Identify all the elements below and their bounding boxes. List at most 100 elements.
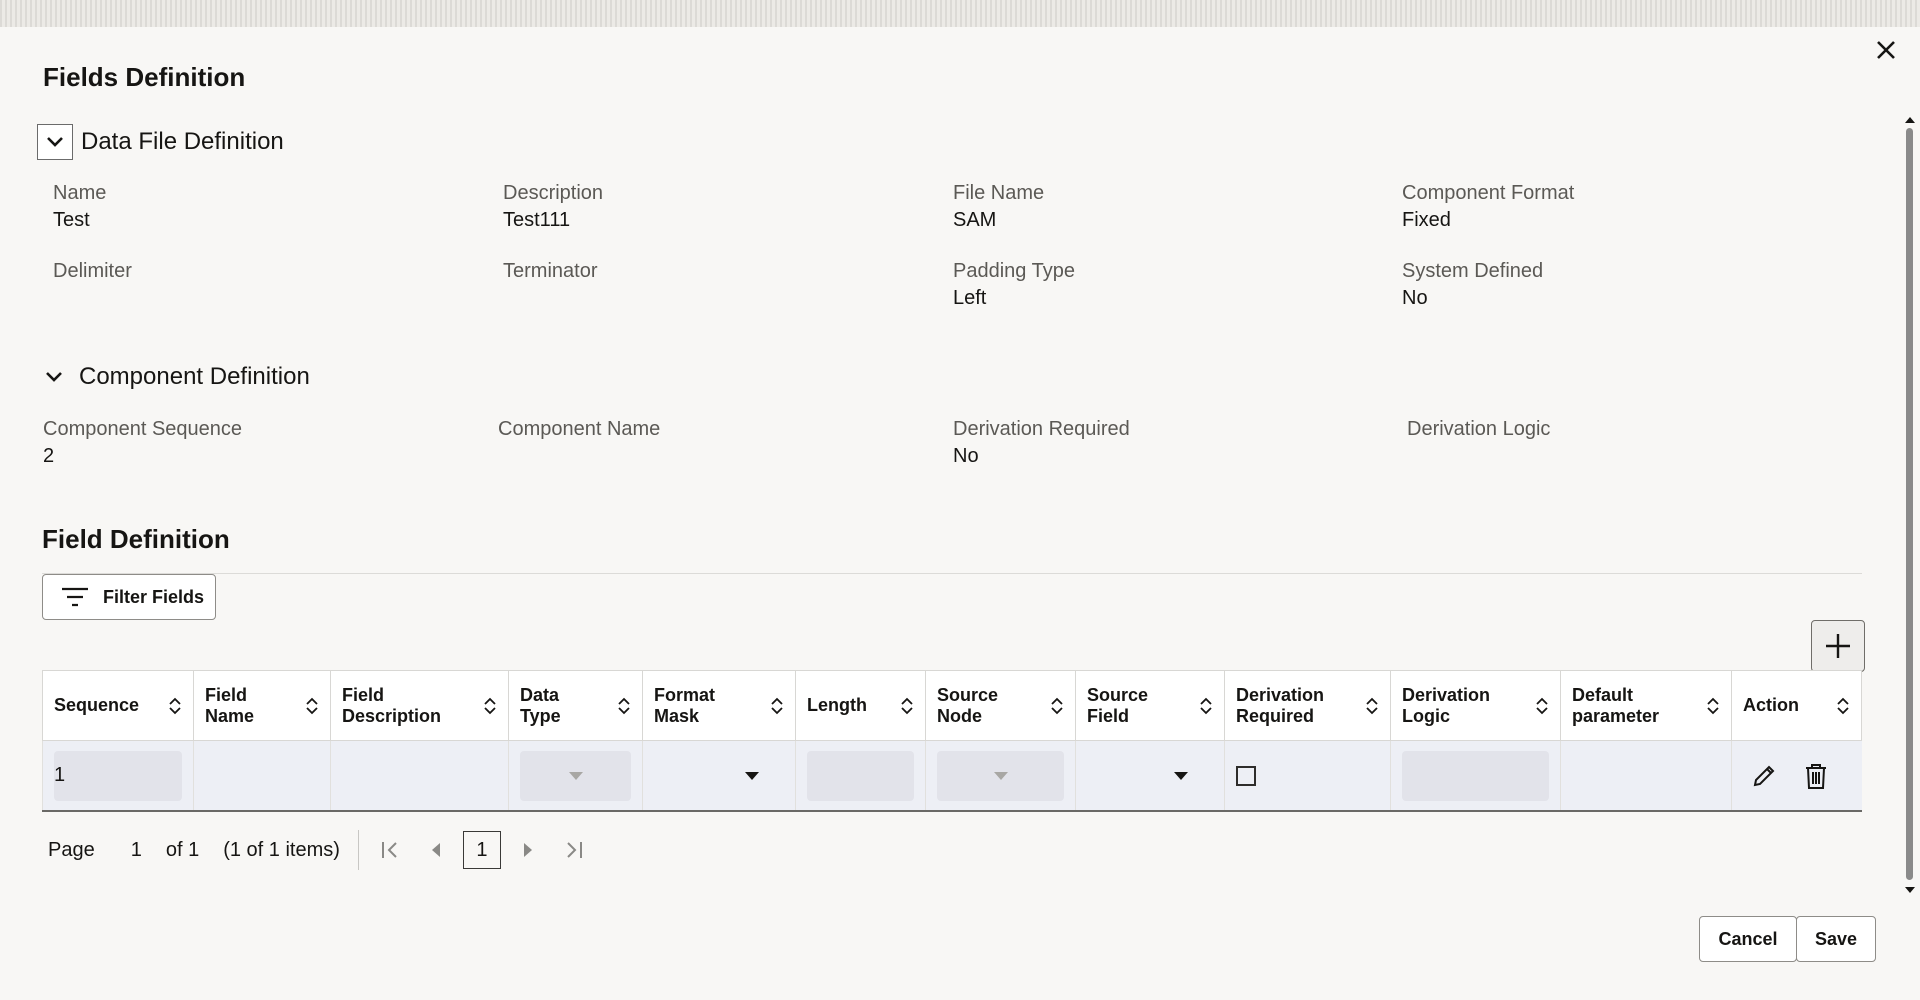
divider <box>42 573 1862 574</box>
scroll-up-icon[interactable] <box>1904 116 1916 124</box>
derivation-required-checkbox[interactable] <box>1236 765 1256 786</box>
sort-icon[interactable] <box>305 696 319 716</box>
last-page-button[interactable] <box>555 831 593 869</box>
length-input[interactable] <box>807 750 914 801</box>
chevron-down-icon[interactable] <box>37 360 71 394</box>
field-label: Component Format <box>1402 182 1575 204</box>
field-label: Description <box>503 182 604 204</box>
column-header-field-name[interactable]: Field Name <box>193 670 331 741</box>
field-definition-table: Sequence Field Name Field Description Data… <box>42 670 1862 812</box>
field-value: Test111 <box>503 209 571 231</box>
column-title: Field Description <box>342 685 441 727</box>
field-padding-type: Padding Type Left <box>953 260 1075 310</box>
column-title: Source Node <box>937 685 998 727</box>
background-strip <box>0 0 1920 27</box>
filter-fields-button[interactable]: Filter Fields <box>42 574 216 620</box>
column-header-source-field[interactable]: Source Field <box>1075 670 1225 741</box>
column-title-line1: Default <box>1572 684 1634 705</box>
column-title-line2: Name <box>205 705 255 726</box>
format-mask-select[interactable] <box>642 740 796 812</box>
chevron-down-icon[interactable] <box>37 124 73 160</box>
items-label: (1 of 1 items) <box>223 838 340 861</box>
caret-down-icon <box>993 771 1008 780</box>
column-header-source-node[interactable]: Source Node <box>925 670 1076 741</box>
edit-icon[interactable] <box>1751 763 1777 789</box>
column-header-field-description[interactable]: Field Description <box>330 670 509 741</box>
column-title-line2: Type <box>520 705 561 726</box>
column-title-line2: Description <box>342 705 442 726</box>
column-title: Field Name <box>205 685 254 727</box>
column-header-length[interactable]: Length <box>795 670 926 741</box>
sort-icon[interactable] <box>1836 696 1850 716</box>
next-page-button[interactable] <box>509 831 547 869</box>
scrollbar-thumb[interactable] <box>1906 128 1913 880</box>
column-header-action[interactable]: Action <box>1731 670 1862 741</box>
current-page-button[interactable]: 1 <box>462 831 501 869</box>
field-component-format: Component Format Fixed <box>1402 182 1574 232</box>
close-icon <box>1877 41 1895 59</box>
column-title-line2: Node <box>937 705 982 726</box>
column-title-line2: Required <box>1236 705 1315 726</box>
sort-icon[interactable] <box>617 696 631 716</box>
source-node-select[interactable] <box>937 750 1064 801</box>
column-header-data-type[interactable]: Data Type <box>508 670 643 741</box>
column-title-line2: Field <box>1087 705 1130 726</box>
column-title: Data Type <box>520 685 561 727</box>
table-header-row: Sequence Field Name Field Description Data… <box>42 670 1862 741</box>
sort-icon[interactable] <box>900 696 914 716</box>
data-type-select[interactable] <box>520 750 631 801</box>
component-section-header[interactable]: Component Definition <box>37 360 310 394</box>
field-value: Left <box>953 287 987 309</box>
sort-icon[interactable] <box>1365 696 1379 716</box>
sort-icon[interactable] <box>1706 696 1720 716</box>
field-label: Component Name <box>498 418 661 440</box>
field-label: Component Sequence <box>43 418 243 440</box>
field-label: Derivation Required <box>953 418 1130 440</box>
field-value: No <box>953 445 979 467</box>
scroll-down-icon[interactable] <box>1904 886 1916 894</box>
column-header-format-mask[interactable]: Format Mask <box>642 670 796 741</box>
field-value: Fixed <box>1402 209 1451 231</box>
sort-icon[interactable] <box>1535 696 1549 716</box>
column-title: Source Field <box>1087 685 1148 727</box>
sort-icon[interactable] <box>1199 696 1213 716</box>
column-header-derivation-logic[interactable]: Derivation Logic <box>1390 670 1561 741</box>
field-label: Padding Type <box>953 260 1075 282</box>
first-page-button[interactable] <box>371 831 409 869</box>
column-title: Derivation Logic <box>1402 685 1490 727</box>
field-label: Derivation Logic <box>1407 418 1551 440</box>
column-header-default-parameter[interactable]: Default parameter <box>1560 670 1732 741</box>
first-page-icon <box>381 842 397 858</box>
field-file-name: File Name SAM <box>953 182 1044 232</box>
field-delimiter: Delimiter <box>53 260 132 287</box>
derivation-logic-input[interactable] <box>1402 750 1549 801</box>
table-row: 1 <box>42 740 1862 812</box>
field-value: 2 <box>43 445 55 467</box>
page-input[interactable]: 1 <box>131 839 142 862</box>
cancel-button[interactable]: Cancel <box>1699 916 1797 962</box>
save-button[interactable]: Save <box>1796 916 1876 962</box>
column-header-derivation-required[interactable]: Derivation Required <box>1224 670 1391 741</box>
source-field-select[interactable] <box>1075 740 1225 812</box>
field-label: System Defined <box>1402 260 1544 282</box>
add-field-button[interactable] <box>1811 620 1865 672</box>
pagination: Page 1 of 1 (1 of 1 items) 1 <box>48 830 593 870</box>
sort-icon[interactable] <box>483 696 497 716</box>
column-title: Format Mask <box>654 685 715 727</box>
close-button[interactable] <box>1872 36 1900 64</box>
column-title-line1: Action <box>1743 695 1799 715</box>
sort-icon[interactable] <box>1050 696 1064 716</box>
plus-icon <box>1826 634 1850 658</box>
caret-down-icon <box>745 771 759 780</box>
prev-page-button[interactable] <box>417 831 455 869</box>
column-title: Length <box>807 695 867 716</box>
sequence-input[interactable]: 1 <box>54 750 182 801</box>
sort-icon[interactable] <box>770 696 784 716</box>
column-title: Derivation Required <box>1236 685 1324 727</box>
filter-fields-label: Filter Fields <box>103 586 205 607</box>
column-header-sequence[interactable]: Sequence <box>42 670 194 741</box>
sort-icon[interactable] <box>168 696 182 716</box>
field-definition-title: Field Definition <box>42 524 230 554</box>
delete-icon[interactable] <box>1803 762 1829 790</box>
data-file-section-header[interactable]: Data File Definition <box>37 124 284 160</box>
